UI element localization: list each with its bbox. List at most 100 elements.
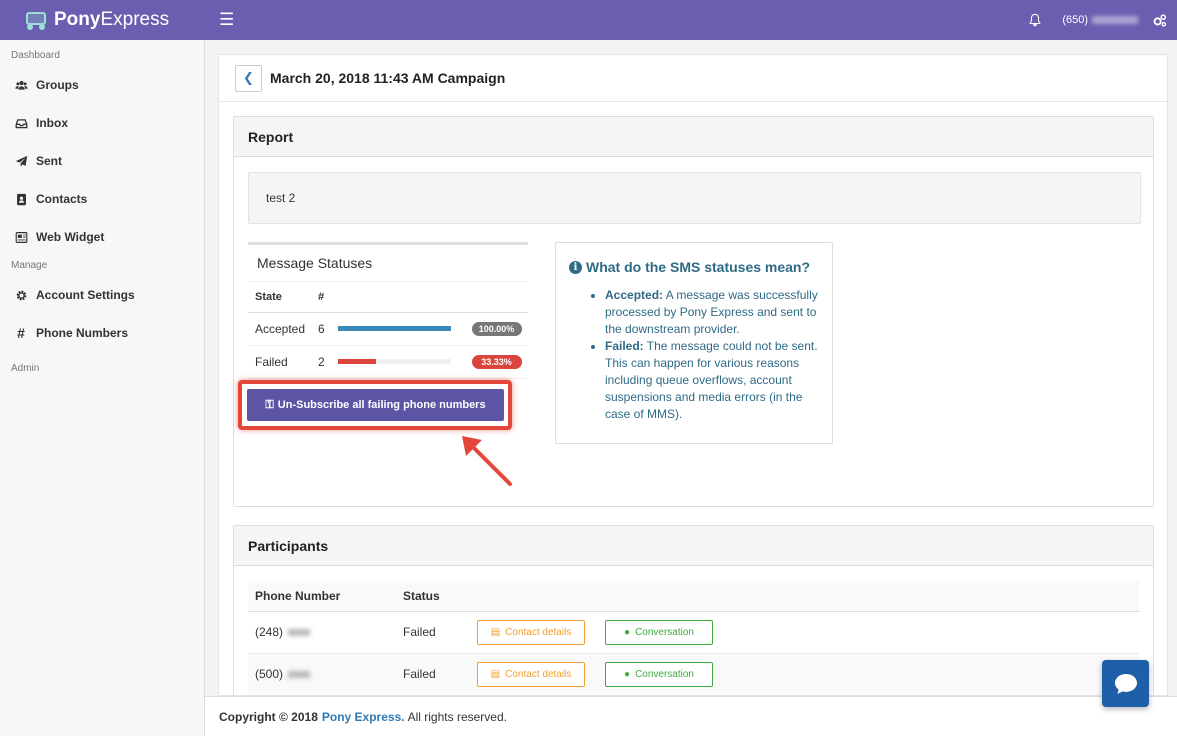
sidebar-item-label: Sent (36, 154, 63, 168)
progress-bar (338, 359, 451, 364)
brand-name-bold: Pony (54, 9, 101, 30)
table-row: (500) Failed ▤ Contact details ● Conversat… (248, 653, 1139, 695)
conversation-button[interactable]: ● Conversation (605, 619, 713, 645)
status-row-accepted: Accepted 6 100.00% (248, 312, 528, 346)
unsubscribe-label: Un-Subscribe all failing phone numbers (277, 399, 486, 411)
address-book-icon (14, 192, 28, 206)
status-definitions: Accepted: A message was successfully pro… (569, 287, 820, 423)
brand[interactable]: PonyExpress (0, 9, 205, 31)
definition-accepted: Accepted: A message was successfully pro… (605, 287, 820, 338)
gear-icon (14, 288, 28, 302)
contact-details-button[interactable]: ▤ Contact details (477, 661, 585, 687)
account-phone[interactable]: (650) (1062, 14, 1088, 26)
sidebar-item-label: Web Widget (36, 230, 105, 244)
hashtag-icon: # (17, 325, 25, 341)
participant-phone: (248) (248, 611, 396, 654)
status-table: State # Accepted 6 100.00% Failed 2 33.3… (248, 282, 528, 379)
conversation-label: Conversation (635, 626, 694, 638)
participants-heading: Participants (234, 526, 1153, 566)
conversation-cell: ● Conversation (598, 611, 1139, 654)
widget-icon (14, 230, 28, 244)
sidebar-item-inbox[interactable]: Inbox (0, 104, 204, 142)
status-row-failed: Failed 2 33.33% (248, 345, 528, 379)
sidebar-item-contacts[interactable]: Contacts (0, 180, 204, 218)
sidebar-item-account-settings[interactable]: Account Settings (0, 276, 204, 314)
rights-text: All rights reserved. (407, 709, 507, 724)
unsubscribe-failing-button[interactable]: ⚿ Un-Subscribe all failing phone numbers (247, 389, 504, 421)
info-title-text: What do the SMS statuses mean? (586, 259, 811, 275)
info-icon: i (569, 260, 582, 274)
sidebar-section-manage: Manage (11, 260, 48, 271)
page-title: March 20, 2018 11:43 AM Campaign (270, 70, 506, 86)
status-bar-cell (331, 345, 465, 379)
comment-icon: ● (624, 626, 631, 638)
sidebar: Dashboard Groups Inbox Sent Contacts Web… (0, 40, 205, 736)
sidebar-item-groups[interactable]: Groups (0, 66, 204, 104)
contact-details-label: Contact details (505, 626, 572, 638)
col-state: State (248, 282, 311, 313)
status-info-box: i What do the SMS statuses mean? Accepte… (555, 242, 833, 444)
report-panel: Report test 2 Message Statuses State # A… (233, 116, 1154, 507)
sidebar-item-label: Groups (36, 78, 79, 92)
participant-status: Failed (396, 653, 470, 695)
col-status: Status (396, 581, 470, 612)
sidebar-item-label: Account Settings (36, 288, 135, 302)
col-conversation (598, 581, 1139, 612)
contact-cell: ▤ Contact details (470, 653, 598, 695)
message-statuses-title: Message Statuses (248, 245, 528, 282)
contact-details-button[interactable]: ▤ Contact details (477, 619, 585, 645)
report-heading: Report (234, 117, 1153, 157)
status-count: 6 (311, 312, 331, 346)
sidebar-item-sent[interactable]: Sent (0, 142, 204, 180)
account-phone-redacted (1092, 16, 1138, 24)
sidebar-item-label: Inbox (36, 116, 68, 130)
brand-name: PonyExpress (54, 9, 169, 31)
sidebar-item-label: Contacts (36, 192, 88, 206)
chat-widget-button[interactable] (1102, 660, 1149, 707)
definition-term: Accepted: (605, 288, 664, 302)
phone-redacted (288, 671, 311, 679)
campaign-message: test 2 (248, 172, 1141, 224)
footer: Copyright © 2018 Pony Express. All right… (205, 696, 1177, 736)
definition-failed: Failed: The message could not be sent. T… (605, 338, 820, 423)
contact-details-label: Contact details (505, 668, 572, 680)
logo-icon (24, 10, 48, 30)
inbox-icon (14, 116, 28, 130)
company-link[interactable]: Pony Express. (322, 710, 405, 724)
menu-toggle-icon[interactable]: ☰ (219, 10, 234, 30)
sidebar-section-admin: Admin (11, 363, 40, 374)
col-count: # (311, 282, 331, 313)
percent-badge: 100.00% (471, 322, 522, 336)
col-contact (470, 581, 598, 612)
unlink-icon: ⚿ (265, 398, 274, 411)
chat-bubble-icon (1114, 673, 1137, 694)
top-right-controls: (650) (1028, 13, 1177, 28)
message-statuses-box: Message Statuses State # Accepted 6 100.… (248, 242, 528, 379)
phone-prefix: (248) (255, 625, 284, 639)
table-row: (248) Failed ▤ Contact details ● Conversat… (248, 611, 1139, 654)
col-percent (464, 282, 528, 313)
progress-bar-fill (338, 359, 376, 364)
paper-plane-icon (14, 154, 28, 168)
conversation-button[interactable]: ● Conversation (605, 661, 713, 687)
top-navbar: PonyExpress ☰ (650) (0, 0, 1177, 40)
contact-cell: ▤ Contact details (470, 611, 598, 654)
participant-phone: (500) (248, 653, 396, 695)
id-card-icon: ▤ (490, 626, 501, 638)
bell-icon[interactable] (1028, 13, 1042, 27)
brand-name-light: Express (100, 9, 170, 30)
page-header: ❮ March 20, 2018 11:43 AM Campaign (219, 55, 1167, 102)
main-content: ❮ March 20, 2018 11:43 AM Campaign Repor… (218, 54, 1168, 696)
sidebar-item-web-widget[interactable]: Web Widget (0, 218, 204, 256)
status-percent-cell: 100.00% (464, 312, 528, 346)
sidebar-item-label: Phone Numbers (36, 326, 129, 340)
sidebar-item-phone-numbers[interactable]: # Phone Numbers (0, 314, 204, 352)
back-button[interactable]: ❮ (235, 64, 262, 92)
status-state: Failed (248, 345, 311, 379)
status-state: Accepted (248, 312, 311, 346)
settings-cogs-icon[interactable] (1152, 13, 1167, 28)
id-card-icon: ▤ (490, 668, 501, 680)
participants-table: Phone Number Status (248) Failed ▤ Contac… (248, 581, 1139, 695)
status-bar-cell (331, 312, 465, 346)
participant-status: Failed (396, 611, 470, 654)
